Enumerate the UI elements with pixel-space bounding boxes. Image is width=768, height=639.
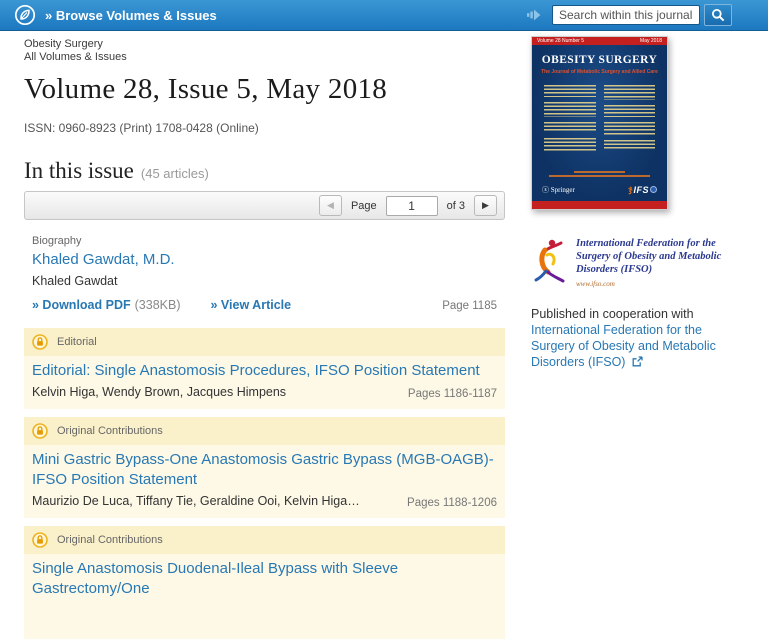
- springer-logo: ⓢ Springer: [542, 185, 575, 194]
- ifso-letters: IFS: [633, 184, 649, 195]
- cooperation-prefix: Published in cooperation with: [531, 307, 694, 321]
- top-bar: » Browse Volumes & Issues: [0, 0, 768, 31]
- article-title-link[interactable]: Single Anastomosis Duodenal-Ileal Bypass…: [32, 559, 497, 599]
- cooperation-block: Published in cooperation with Internatio…: [531, 306, 749, 370]
- browse-volumes-link[interactable]: » Browse Volumes & Issues: [45, 8, 217, 23]
- breadcrumb-journal[interactable]: Obesity Surgery: [24, 38, 505, 51]
- cover-journal-subtitle: The Journal of Metabolic Surgery and All…: [541, 69, 658, 75]
- view-article-link[interactable]: » View Article: [210, 298, 291, 312]
- page-label: Page: [350, 199, 377, 212]
- article-pages: Pages 1186-1187: [407, 388, 497, 400]
- cover-footnote-lines: [542, 171, 657, 177]
- issn-text: ISSN: 0960-8923 (Print) 1708-0428 (Onlin…: [24, 121, 259, 135]
- cover-bottom-stripe: [532, 201, 667, 209]
- article-category: Biography: [32, 235, 82, 247]
- breadcrumb-all-volumes[interactable]: All Volumes & Issues: [24, 51, 505, 64]
- page-of-label: of 3: [446, 199, 465, 212]
- cover-journal-title: OBESITY SURGERY: [541, 54, 658, 66]
- ifso-globe-icon: [650, 186, 657, 193]
- cover-toc-columns: [532, 75, 667, 169]
- article-list: Biography Khaled Gawdat, M.D. Khaled Gaw…: [24, 230, 505, 639]
- springer-compass-icon: [14, 4, 36, 26]
- article-category: Original Contributions: [57, 425, 163, 437]
- article-category: Editorial: [57, 336, 97, 348]
- journal-cover-image[interactable]: Volume 28 Number 5 May 2018 OBESITY SURG…: [531, 36, 668, 210]
- article-item: Original Contributions Mini Gastric Bypa…: [24, 417, 505, 518]
- article-pages: Page 1185: [442, 300, 497, 312]
- download-size: (338KB): [134, 298, 181, 312]
- search-button[interactable]: [704, 4, 732, 26]
- page-number-input[interactable]: [385, 195, 438, 216]
- sidebar: Volume 28 Number 5 May 2018 OBESITY SURG…: [531, 36, 749, 370]
- article-item: Biography Khaled Gawdat, M.D. Khaled Gaw…: [24, 230, 505, 320]
- magnifier-icon: [712, 9, 725, 22]
- pagination-bar: ◀ Page of 3 ▶: [24, 191, 505, 220]
- expand-search-arrow-icon[interactable]: [526, 7, 542, 23]
- article-title-link[interactable]: Khaled Gawdat, M.D.: [32, 250, 497, 270]
- ifso-cooperation-link[interactable]: International Federation for the Surgery…: [531, 323, 716, 369]
- article-item: Original Contributions Single Anastomosi…: [24, 526, 505, 639]
- external-link-icon: [632, 356, 643, 367]
- springer-logo-label: Springer: [550, 185, 575, 194]
- article-title-link[interactable]: Editorial: Single Anastomosis Procedures…: [32, 361, 497, 381]
- article-authors: Kelvin Higa, Wendy Brown, Jacques Himpen…: [32, 385, 287, 399]
- article-title-link[interactable]: Mini Gastric Bypass-One Anastomosis Gast…: [32, 450, 497, 490]
- article-pages: Pages 1188-1206: [407, 497, 497, 509]
- ifso-cooperation-link-text: International Federation for the Surgery…: [531, 323, 716, 369]
- issue-heading: In this issue (45 articles): [24, 158, 505, 184]
- ifso-name-text: International Federation for the Surgery…: [576, 237, 749, 291]
- download-pdf-label: » Download PDF: [32, 298, 131, 312]
- article-authors: Maurizio De Luca, Tiffany Tie, Geraldine…: [32, 494, 360, 508]
- download-pdf-link[interactable]: » Download PDF (338KB): [32, 298, 180, 312]
- search-input[interactable]: [552, 5, 700, 25]
- ifso-name: International Federation for the Surgery…: [576, 238, 722, 275]
- cover-ifso-logo: ჯ IFS: [628, 184, 657, 195]
- previous-page-button[interactable]: ◀: [318, 195, 342, 216]
- ifso-figure-icon[interactable]: [531, 237, 567, 283]
- article-item: Editorial Editorial: Single Anastomosis …: [24, 328, 505, 409]
- article-authors: Khaled Gawdat: [32, 274, 118, 288]
- ifso-logo-block: International Federation for the Surgery…: [531, 237, 749, 291]
- article-category: Original Contributions: [57, 534, 163, 546]
- next-page-button[interactable]: ▶: [474, 195, 497, 216]
- ifso-figure-glyph: ჯ: [628, 184, 633, 194]
- cover-volume-label: Volume 28 Number 5: [537, 38, 584, 44]
- ifso-url: www.ifso.com: [576, 280, 615, 288]
- lock-icon: [32, 423, 48, 439]
- lock-icon: [32, 334, 48, 350]
- breadcrumb: Obesity Surgery All Volumes & Issues: [24, 38, 505, 64]
- cover-body: OBESITY SURGERY The Journal of Metabolic…: [532, 45, 667, 201]
- cover-date-label: May 2018: [640, 38, 662, 44]
- page-title: Volume 28, Issue 5, May 2018: [24, 73, 388, 105]
- lock-icon: [32, 532, 48, 548]
- main-column: Obesity Surgery All Volumes & Issues Vol…: [24, 38, 505, 639]
- cover-top-stripe: Volume 28 Number 5 May 2018: [532, 37, 667, 45]
- in-this-issue-title: In this issue: [24, 158, 134, 183]
- article-count: (45 articles): [140, 166, 209, 181]
